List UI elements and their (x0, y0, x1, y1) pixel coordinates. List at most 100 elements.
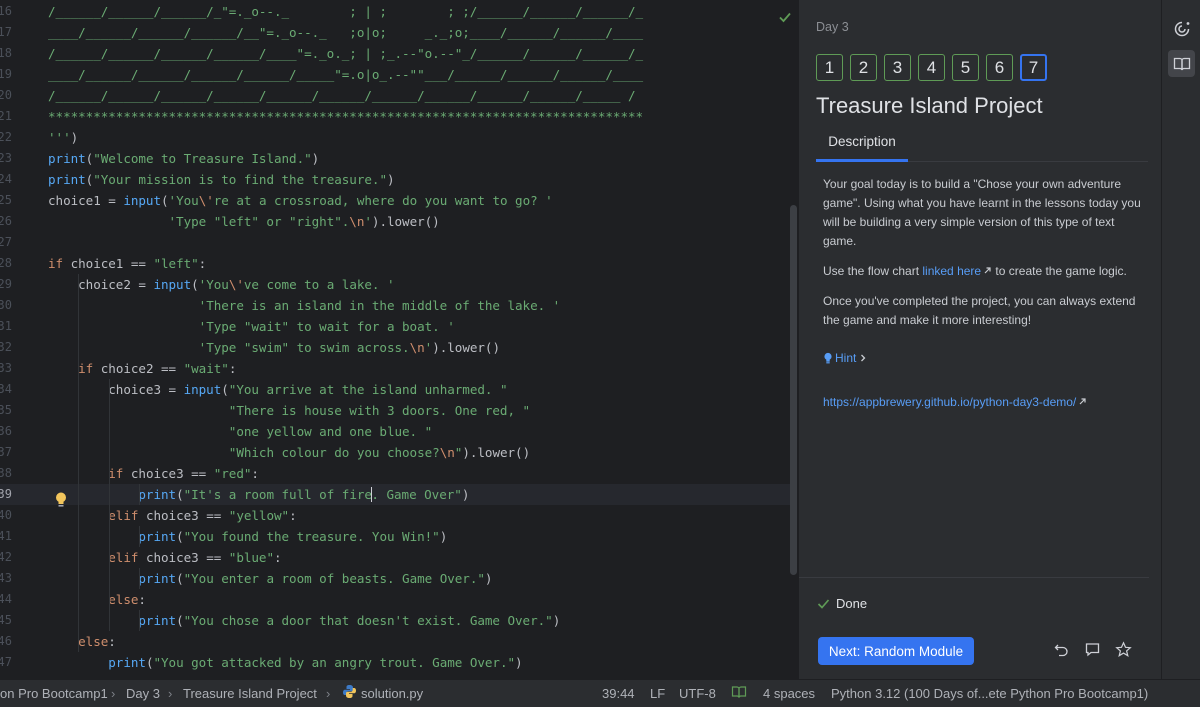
read-mode-icon[interactable] (731, 685, 747, 702)
code-line[interactable]: 24 print("Your mission is to find the tre… (0, 169, 790, 190)
task-number-4[interactable]: 4 (918, 54, 945, 81)
editor-scrollbar[interactable] (790, 205, 797, 575)
code-line[interactable]: 18 /______/______/______/______/____"=._o… (0, 43, 790, 64)
ai-assistant-icon (1174, 21, 1189, 36)
code-line[interactable]: 36 "one yellow and one blue. " (0, 421, 790, 442)
code-line[interactable]: 23 print("Welcome to Treasure Island.") (0, 148, 790, 169)
line-number[interactable]: 16 (0, 1, 12, 22)
code-line[interactable]: 25 choice1 = input('You\'re at a crossroa… (0, 190, 790, 211)
code-line[interactable]: 26 'Type "left" or "right".\n').lower() (0, 211, 790, 232)
caret-position[interactable]: 39:44 (602, 686, 635, 701)
code-line[interactable]: 33 if choice2 == "wait": (0, 358, 790, 379)
code-line[interactable]: 31 'Type "wait" to wait for a boat. ' (0, 316, 790, 337)
line-number[interactable]: 43 (0, 568, 12, 589)
comment-icon[interactable] (1084, 641, 1101, 658)
code-line[interactable]: 28 if choice1 == "left": (0, 253, 790, 274)
task-number-1[interactable]: 1 (816, 54, 843, 81)
line-ending[interactable]: LF (650, 686, 665, 701)
next-task-button[interactable]: Next: Random Module (818, 637, 974, 665)
line-number[interactable]: 47 (0, 652, 12, 673)
task-number-6[interactable]: 6 (986, 54, 1013, 81)
book-icon (1173, 57, 1190, 70)
code-line[interactable]: 37 "Which colour do you choose?\n").lowe… (0, 442, 790, 463)
line-number[interactable]: 41 (0, 526, 12, 547)
no-problems-check-icon[interactable] (778, 10, 792, 24)
line-number[interactable]: 32 (0, 337, 12, 358)
line-number[interactable]: 24 (0, 169, 12, 190)
code-line[interactable]: 42 elif choice3 == "blue": (0, 547, 790, 568)
star-icon[interactable] (1115, 641, 1132, 658)
hint-toggle[interactable]: Hint (823, 351, 868, 365)
line-number[interactable]: 40 (0, 505, 12, 526)
lightbulb-icon[interactable] (54, 491, 68, 509)
code-line[interactable]: 22 ''') (0, 127, 790, 148)
line-number[interactable]: 37 (0, 442, 12, 463)
code-text: 'Type "wait" to wait for a boat. ' (198, 319, 455, 334)
line-number[interactable]: 20 (0, 85, 12, 106)
line-number[interactable]: 28 (0, 253, 12, 274)
code-line[interactable]: 41 print("You found the treasure. You Wi… (0, 526, 790, 547)
line-number[interactable]: 17 (0, 22, 12, 43)
line-number[interactable]: 25 (0, 190, 12, 211)
line-number[interactable]: 45 (0, 610, 12, 631)
code-line[interactable]: 40 elif choice3 == "yellow": (0, 505, 790, 526)
ai-assistant-button[interactable] (1168, 15, 1195, 42)
code-line[interactable]: 43 print("You enter a room of beasts. Ga… (0, 568, 790, 589)
breadcrumb-file[interactable]: solution.py (361, 686, 423, 701)
python-interpreter[interactable]: Python 3.12 (100 Days of...ete Python Pr… (831, 686, 1148, 701)
line-number[interactable]: 44 (0, 589, 12, 610)
tab-description[interactable]: Description (816, 126, 908, 162)
code-line[interactable]: 39 print("It's a room full of fire. Game… (0, 484, 790, 505)
code-line[interactable]: 21 **************************************… (0, 106, 790, 127)
code-line[interactable]: 16 /______/______/______/_"=._o--._ ; | ;… (0, 1, 790, 22)
line-number[interactable]: 38 (0, 463, 12, 484)
code-text: elif choice3 == "blue": (108, 550, 282, 565)
line-number[interactable]: 23 (0, 148, 12, 169)
code-line[interactable]: 19 ____/______/______/______/______/_____… (0, 64, 790, 85)
flow-chart-link[interactable]: linked here (922, 264, 992, 278)
task-number-3[interactable]: 3 (884, 54, 911, 81)
line-number[interactable]: 19 (0, 64, 12, 85)
code-line[interactable]: 34 choice3 = input("You arrive at the is… (0, 379, 790, 400)
task-number-7[interactable]: 7 (1020, 54, 1047, 81)
code-line[interactable]: 20 /______/______/______/______/______/__… (0, 85, 790, 106)
line-number[interactable]: 33 (0, 358, 12, 379)
code-line[interactable]: 32 'Type "swim" to swim across.\n').lowe… (0, 337, 790, 358)
code-line[interactable]: 30 'There is an island in the middle of … (0, 295, 790, 316)
code-line[interactable]: 35 "There is house with 3 doors. One red… (0, 400, 790, 421)
task-panel-button[interactable] (1168, 50, 1195, 77)
breadcrumb-task[interactable]: Treasure Island Project (183, 686, 317, 701)
reset-icon[interactable] (1053, 641, 1070, 658)
task-number-5[interactable]: 5 (952, 54, 979, 81)
demo-link[interactable]: https://appbrewery.github.io/python-day3… (823, 395, 1087, 409)
breadcrumb-project[interactable]: on Pro Bootcamp1 (0, 686, 108, 701)
line-number[interactable]: 30 (0, 295, 12, 316)
code-line[interactable]: 45 print("You chose a door that doesn't … (0, 610, 790, 631)
line-number[interactable]: 18 (0, 43, 12, 64)
code-line[interactable]: 46 else: (0, 631, 790, 652)
line-number[interactable]: 27 (0, 232, 12, 253)
line-number[interactable]: 39 (0, 484, 12, 505)
line-number[interactable]: 31 (0, 316, 12, 337)
code-line[interactable]: 44 else: (0, 589, 790, 610)
code-line[interactable]: 38 if choice3 == "red": (0, 463, 790, 484)
line-number[interactable]: 26 (0, 211, 12, 232)
line-number[interactable]: 21 (0, 106, 12, 127)
line-number[interactable]: 35 (0, 400, 12, 421)
line-number[interactable]: 46 (0, 631, 12, 652)
file-encoding[interactable]: UTF-8 (679, 686, 716, 701)
task-number-2[interactable]: 2 (850, 54, 877, 81)
code-line[interactable]: 27 (0, 232, 790, 253)
code-line[interactable]: 17 ____/______/______/______/__"=._o--._ … (0, 22, 790, 43)
line-number[interactable]: 22 (0, 127, 12, 148)
breadcrumb-lesson[interactable]: Day 3 (126, 686, 160, 701)
breadcrumb-separator: › (111, 686, 116, 701)
line-number[interactable]: 29 (0, 274, 12, 295)
line-number[interactable]: 34 (0, 379, 12, 400)
line-number[interactable]: 36 (0, 421, 12, 442)
indentation[interactable]: 4 spaces (763, 686, 815, 701)
line-number[interactable]: 42 (0, 547, 12, 568)
code-line[interactable]: 29 choice2 = input('You\'ve come to a la… (0, 274, 790, 295)
code-line[interactable]: 47 print("You got attacked by an angry t… (0, 652, 790, 673)
code-editor[interactable]: 16 /______/______/______/_"=._o--._ ; | ;… (0, 0, 798, 679)
